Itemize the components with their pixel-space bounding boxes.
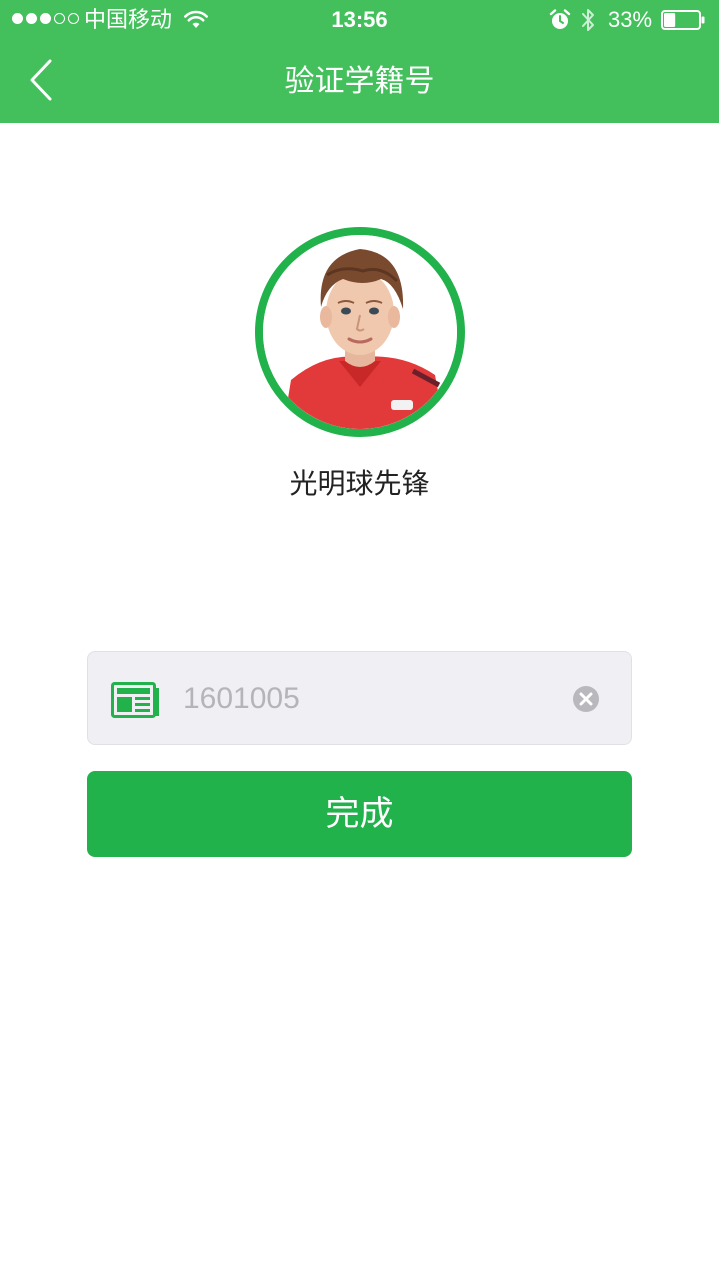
done-button[interactable]: 完成 [87, 771, 632, 857]
chevron-left-icon [30, 59, 52, 101]
battery-percentage: 33% [608, 7, 653, 32]
student-id-input[interactable] [183, 672, 563, 726]
student-id-field[interactable] [87, 651, 632, 745]
id-card-icon [111, 682, 159, 718]
nav-bar: 验证学籍号 [0, 40, 719, 123]
verify-student-id-screen: 中国移动 13:56 33% 验证学籍号 光明球先锋 1601005 完成 [0, 0, 719, 1280]
header: 中国移动 13:56 33% 验证学籍号 [0, 0, 719, 123]
profile-name: 光明球先锋 [289, 467, 430, 500]
alarm-icon [549, 9, 571, 29]
avatar [255, 227, 465, 437]
clear-icon [573, 686, 599, 712]
bluetooth-icon [582, 9, 594, 31]
clear-button[interactable] [572, 685, 600, 713]
page-title: 验证学籍号 [284, 64, 435, 99]
avatar-photo [263, 235, 457, 429]
back-button[interactable] [20, 52, 64, 108]
battery-icon [661, 10, 705, 30]
status-bar: 中国移动 13:56 33% [0, 0, 719, 40]
